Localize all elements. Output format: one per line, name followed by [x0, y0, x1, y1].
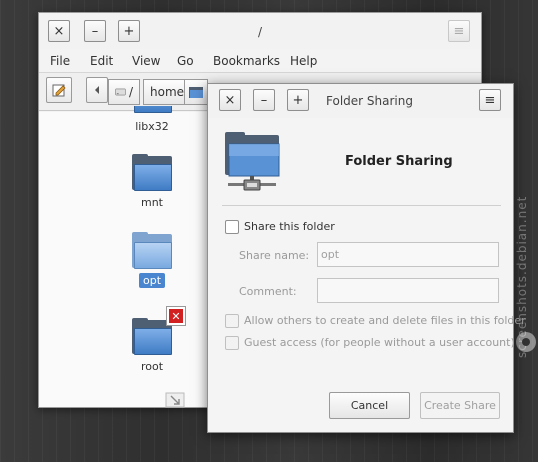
pencil-icon [52, 84, 66, 97]
item-label: libx32 [135, 120, 169, 133]
allow-others-checkbox[interactable] [225, 314, 239, 328]
share-name-field[interactable]: opt [317, 242, 499, 267]
folder-icon [130, 154, 174, 192]
item-label: opt [138, 273, 166, 288]
dialog-title: Folder Sharing [326, 94, 413, 108]
create-share-button[interactable]: Create Share [420, 392, 500, 419]
item-label: root [140, 360, 164, 373]
chevron-left-icon [95, 86, 99, 94]
list-item-selected[interactable]: opt [117, 232, 187, 288]
edit-location-button[interactable] [46, 77, 72, 103]
debian-logo-icon [516, 332, 536, 352]
shared-folder-icon [225, 132, 280, 191]
comment-field[interactable] [317, 278, 499, 303]
folder-icon [130, 232, 174, 270]
menubar: File Edit View Go Bookmarks Help [39, 49, 481, 73]
dialog-heading: Folder Sharing [345, 154, 453, 169]
folder-small-icon [189, 87, 203, 98]
breadcrumb-home[interactable]: home [143, 79, 185, 105]
share-folder-checkbox[interactable] [225, 220, 239, 234]
dialog-menu-button[interactable]: ≡ [479, 89, 501, 111]
dialog-maximize-button[interactable]: + [287, 89, 309, 111]
guest-access-checkbox[interactable] [225, 336, 239, 350]
window-title: / [257, 25, 263, 39]
list-item[interactable]: root [117, 318, 187, 374]
comment-label: Comment: [239, 285, 297, 298]
titlebar: × – + / ≡ [39, 13, 481, 49]
menu-view[interactable]: View [132, 54, 160, 68]
menu-bookmarks[interactable]: Bookmarks [213, 54, 280, 68]
unreadable-emblem-icon: ✕ [167, 307, 185, 325]
allow-others-label: Allow others to create and delete files … [244, 314, 526, 327]
breadcrumb-separator: / [128, 85, 133, 99]
guest-access-label: Guest access (for people without a user … [244, 336, 515, 349]
folder-sharing-dialog: × – + Folder Sharing ≡ Folder Sharing Sh… [207, 83, 526, 433]
window-menu-button[interactable]: ≡ [448, 20, 470, 42]
dialog-titlebar: × – + Folder Sharing ≡ [208, 84, 513, 118]
divider [222, 205, 501, 206]
breadcrumb-root[interactable]: / [108, 79, 140, 105]
cancel-button[interactable]: Cancel [329, 392, 410, 419]
item-label: mnt [141, 196, 163, 209]
dialog-minimize-button[interactable]: – [253, 89, 275, 111]
drive-icon [115, 88, 126, 96]
share-folder-label: Share this folder [244, 220, 335, 233]
back-arrow-button[interactable] [86, 77, 108, 103]
share-name-label: Share name: [239, 249, 310, 262]
resize-grip-icon[interactable] [165, 392, 185, 408]
menu-edit[interactable]: Edit [90, 54, 113, 68]
menu-help[interactable]: Help [290, 54, 317, 68]
folder-icon [130, 106, 174, 116]
list-item[interactable]: mnt [117, 154, 187, 210]
breadcrumb-current[interactable] [184, 79, 208, 105]
menu-file[interactable]: File [50, 54, 70, 68]
list-item[interactable]: libx32 [117, 106, 187, 134]
dialog-close-button[interactable]: × [219, 89, 241, 111]
menu-go[interactable]: Go [177, 54, 194, 68]
